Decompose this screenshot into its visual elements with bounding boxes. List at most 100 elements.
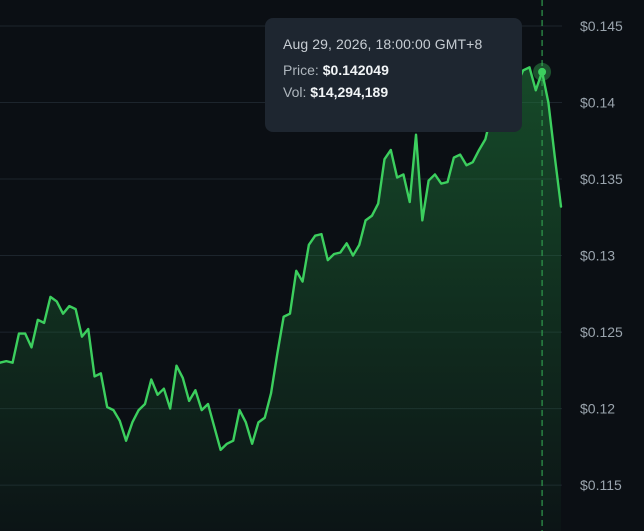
data-point[interactable] — [263, 416, 267, 420]
tooltip-vol-value: $14,294,189 — [310, 84, 389, 100]
data-point[interactable] — [319, 232, 323, 236]
data-point[interactable] — [301, 280, 305, 284]
data-point[interactable] — [414, 133, 418, 137]
data-point[interactable] — [527, 65, 531, 69]
data-point[interactable] — [401, 172, 405, 176]
data-point[interactable] — [23, 332, 27, 336]
data-point[interactable] — [206, 402, 210, 406]
data-point[interactable] — [162, 387, 166, 391]
data-point[interactable] — [313, 234, 317, 238]
data-point[interactable] — [546, 101, 550, 105]
data-point[interactable] — [326, 258, 330, 262]
data-point[interactable] — [383, 157, 387, 161]
tooltip-price-value: $0.142049 — [322, 62, 389, 78]
data-point[interactable] — [4, 359, 8, 363]
data-point[interactable] — [395, 176, 399, 180]
y-tick-label: $0.12 — [580, 401, 615, 417]
data-point[interactable] — [439, 182, 443, 186]
tooltip-price-label: Price: — [283, 62, 319, 78]
price-chart[interactable]: $0.115 $0.12 $0.125 $0.13 $0.135 $0.14 $0.145 … — [0, 0, 644, 531]
data-point[interactable] — [231, 439, 235, 443]
data-point[interactable] — [275, 351, 279, 355]
data-point[interactable] — [332, 252, 336, 256]
data-point[interactable] — [483, 137, 487, 141]
data-point[interactable] — [149, 378, 153, 382]
data-point[interactable] — [42, 321, 46, 325]
data-point[interactable] — [307, 243, 311, 247]
tooltip-vol-row: Vol: $14,294,189 — [283, 84, 504, 100]
data-point[interactable] — [93, 374, 97, 378]
data-point[interactable] — [351, 254, 355, 258]
data-point[interactable] — [540, 70, 544, 74]
price-area-fill — [0, 67, 561, 531]
y-tick-label: $0.125 — [580, 324, 623, 340]
data-point[interactable] — [48, 295, 52, 299]
data-point[interactable] — [156, 393, 160, 397]
data-point[interactable] — [458, 153, 462, 157]
tooltip-price-row: Price: $0.142049 — [283, 62, 504, 78]
data-point[interactable] — [174, 364, 178, 368]
data-point[interactable] — [61, 312, 65, 316]
data-point[interactable] — [200, 408, 204, 412]
data-point[interactable] — [30, 345, 34, 349]
data-point[interactable] — [105, 405, 109, 409]
data-point[interactable] — [168, 407, 172, 411]
data-point[interactable] — [250, 442, 254, 446]
y-tick-label: $0.115 — [580, 477, 622, 493]
data-point[interactable] — [137, 408, 141, 412]
data-point[interactable] — [67, 304, 71, 308]
data-point[interactable] — [408, 200, 412, 204]
tooltip-date: Aug 29, 2026, 18:00:00 GMT+8 — [283, 36, 483, 52]
data-point[interactable] — [244, 420, 248, 424]
data-point[interactable] — [187, 399, 191, 403]
data-point[interactable] — [80, 335, 84, 339]
data-point[interactable] — [294, 269, 298, 273]
data-point[interactable] — [338, 250, 342, 254]
tooltip-vol-label: Vol: — [283, 84, 307, 100]
data-point[interactable] — [225, 442, 229, 446]
data-point[interactable] — [143, 402, 147, 406]
data-point[interactable] — [130, 420, 134, 424]
data-point[interactable] — [288, 312, 292, 316]
data-point[interactable] — [238, 408, 242, 412]
data-point[interactable] — [452, 156, 456, 160]
data-point[interactable] — [256, 420, 260, 424]
data-point[interactable] — [282, 315, 286, 319]
data-point[interactable] — [471, 160, 475, 164]
data-point[interactable] — [427, 179, 431, 183]
data-point[interactable] — [193, 388, 197, 392]
y-tick-label: $0.14 — [580, 95, 615, 111]
price-tooltip: Aug 29, 2026, 18:00:00 GMT+8 Price: $0.1… — [265, 18, 522, 132]
data-point[interactable] — [559, 205, 563, 209]
data-point[interactable] — [534, 88, 538, 92]
data-point[interactable] — [219, 448, 223, 452]
data-point[interactable] — [433, 172, 437, 176]
data-point[interactable] — [181, 376, 185, 380]
data-point[interactable] — [345, 241, 349, 245]
data-point[interactable] — [364, 218, 368, 222]
data-point[interactable] — [464, 163, 468, 167]
data-point[interactable] — [74, 307, 78, 311]
y-tick-label: $0.13 — [580, 248, 615, 264]
data-point[interactable] — [17, 332, 21, 336]
data-point[interactable] — [370, 214, 374, 218]
data-point[interactable] — [446, 180, 450, 184]
price-area — [0, 67, 561, 531]
data-point[interactable] — [389, 148, 393, 152]
data-point[interactable] — [477, 148, 481, 152]
data-point[interactable] — [99, 371, 103, 375]
data-point[interactable] — [420, 218, 424, 222]
data-point[interactable] — [111, 408, 115, 412]
data-point[interactable] — [36, 318, 40, 322]
data-point[interactable] — [357, 243, 361, 247]
data-point[interactable] — [269, 391, 273, 395]
data-point[interactable] — [124, 439, 128, 443]
data-point[interactable] — [55, 299, 59, 303]
data-point[interactable] — [86, 327, 90, 331]
data-point[interactable] — [376, 202, 380, 206]
data-point[interactable] — [553, 154, 557, 158]
data-point[interactable] — [118, 419, 122, 423]
y-axis-tick-labels: $0.115 $0.12 $0.125 $0.13 $0.135 $0.14 $0.145 — [580, 18, 623, 493]
data-point[interactable] — [11, 361, 15, 365]
data-point[interactable] — [212, 425, 216, 429]
